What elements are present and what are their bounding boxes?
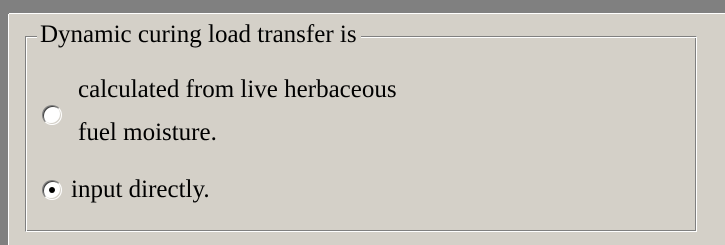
option-input-directly-label: input directly.	[71, 176, 210, 203]
top-border	[0, 0, 725, 14]
option-calculated-label-line1: calculated from live herbaceous	[78, 76, 397, 103]
groupbox-title: Dynamic curing load transfer is	[37, 20, 361, 50]
left-border	[0, 0, 9, 245]
radio-selected-dot	[49, 187, 55, 193]
radio-button-calculated[interactable]	[42, 105, 62, 125]
option-calculated-label-line2: fuel moisture.	[78, 119, 217, 146]
radio-button-input-directly[interactable]	[42, 180, 62, 200]
dialog-panel: Dynamic curing load transfer is calculat…	[0, 0, 725, 245]
next-groupbox-edge	[0, 240, 725, 245]
